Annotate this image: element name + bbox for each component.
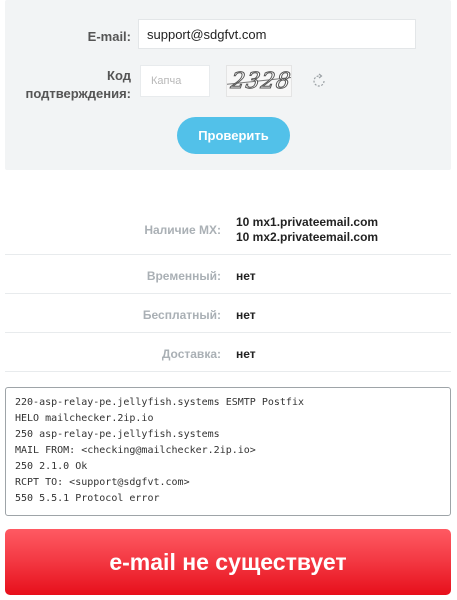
result-row-temporary: Временный: нет [5,255,451,294]
captcha-image-text: 2328 [229,69,292,95]
captcha-label-line2: подтверждения: [25,86,131,101]
result-row-free: Бесплатный: нет [5,294,451,333]
captcha-label-line1: Код [107,68,131,83]
check-button[interactable]: Проверить [177,117,290,154]
smtp-log-line: 250 2.1.0 Ok [15,461,88,472]
smtp-log-line: 250 asp-relay-pe.jellyfish.systems [15,429,220,440]
check-form-panel: E-mail: Код подтверждения: 2328 Проверит… [5,0,451,170]
smtp-log: 220-asp-relay-pe.jellyfish.systems ESMTP… [5,387,451,516]
mx-record-2: 10 mx2.privateemail.com [236,230,379,244]
smtp-log-line: 550 5.5.1 Protocol error [15,493,160,504]
results-table: Наличие MX: 10 mx1.privateemail.com 10 m… [5,200,451,372]
delivery-label: Доставка: [161,347,221,361]
refresh-icon[interactable] [311,73,327,89]
temporary-label: Временный: [146,269,221,283]
verdict-banner: e-mail не существует [5,529,451,595]
mx-record-1: 10 mx1.privateemail.com [236,215,379,229]
result-row-mx: Наличие MX: 10 mx1.privateemail.com 10 m… [5,200,451,255]
smtp-log-line: 220-asp-relay-pe.jellyfish.systems ESMTP… [15,397,304,408]
result-row-delivery: Доставка: нет [5,333,451,372]
captcha-label: Код подтверждения: [25,67,131,103]
smtp-log-line: HELO mailchecker.2ip.io [15,413,154,424]
smtp-log-line: RCPT TO: <support@sdgfvt.com> [15,477,190,488]
smtp-log-line: MAIL FROM: <checking@mailchecker.2ip.io> [15,445,256,456]
delivery-value: нет [236,347,256,361]
captcha-input[interactable] [140,65,210,97]
mx-label: Наличие MX: [144,223,221,237]
free-value: нет [236,308,256,322]
email-input[interactable] [138,19,416,49]
captcha-image: 2328 [226,65,292,97]
email-label: E-mail: [87,29,131,44]
temporary-value: нет [236,269,256,283]
free-label: Бесплатный: [142,308,221,322]
